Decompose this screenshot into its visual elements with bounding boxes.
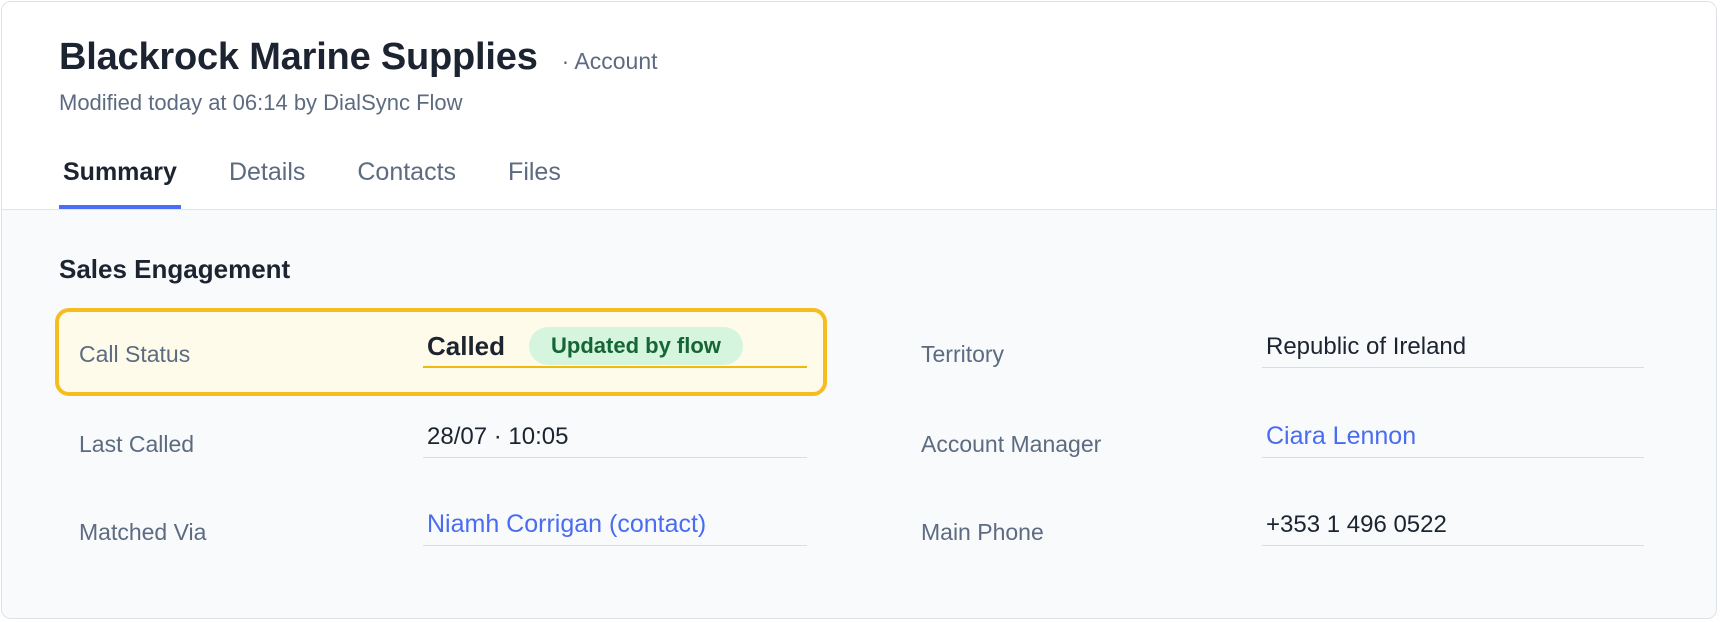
main-phone-value: +353 1 496 0522 (1266, 510, 1447, 538)
call-status-value: Called (427, 330, 506, 361)
modified-info: Modified today at 06:14 by DialSync Flow (59, 90, 463, 115)
last-called-value-field[interactable]: 28/07 · 10:05 (423, 416, 807, 458)
field-label: Last Called (79, 431, 195, 457)
status-badge: Updated by flow (529, 327, 743, 365)
field-matched-via: Matched Via Niamh Corrigan (contact) (55, 486, 827, 574)
record-card: Blackrock Marine Supplies · Account Modi… (1, 1, 1717, 619)
account-manager-link[interactable]: Ciara Lennon (1262, 422, 1416, 451)
field-main-phone: Main Phone +353 1 496 0522 (897, 486, 1669, 574)
tab-summary[interactable]: Summary (59, 154, 181, 210)
record-tabs: Summary Details Contacts Files (59, 154, 609, 210)
field-label: Territory (921, 341, 1005, 367)
tab-files[interactable]: Files (504, 154, 565, 210)
section-title: Sales Engagement (59, 254, 291, 284)
tab-details[interactable]: Details (225, 154, 309, 210)
record-header: Blackrock Marine Supplies · Account Modi… (2, 2, 1716, 210)
matched-via-value-field: Niamh Corrigan (contact) (423, 504, 807, 546)
account-manager-value-field: Ciara Lennon (1262, 416, 1644, 458)
field-territory: Territory Republic of Ireland (897, 308, 1669, 396)
territory-value: Republic of Ireland (1266, 332, 1467, 360)
territory-value-field[interactable]: Republic of Ireland (1262, 326, 1644, 368)
title-row: Blackrock Marine Supplies · Account (59, 36, 658, 79)
field-call-status: Call Status Called Updated by flow (55, 308, 827, 396)
field-label: Matched Via (79, 519, 207, 545)
call-status-value-field[interactable]: Called Updated by flow (423, 326, 807, 368)
last-called-value: 28/07 · 10:05 (427, 422, 569, 450)
record-title: Blackrock Marine Supplies (59, 36, 538, 78)
record-type-label: · Account (561, 48, 658, 74)
field-account-manager: Account Manager Ciara Lennon (897, 398, 1669, 486)
main-phone-value-field[interactable]: +353 1 496 0522 (1262, 504, 1644, 546)
field-label: Main Phone (921, 519, 1044, 545)
tab-contacts[interactable]: Contacts (353, 154, 460, 210)
field-label: Account Manager (921, 431, 1102, 457)
summary-panel: Sales Engagement Call Status Called Upda… (2, 210, 1716, 618)
field-label: Call Status (79, 341, 191, 367)
field-last-called: Last Called 28/07 · 10:05 (55, 398, 827, 486)
matched-contact-link[interactable]: Niamh Corrigan (contact) (423, 510, 706, 539)
